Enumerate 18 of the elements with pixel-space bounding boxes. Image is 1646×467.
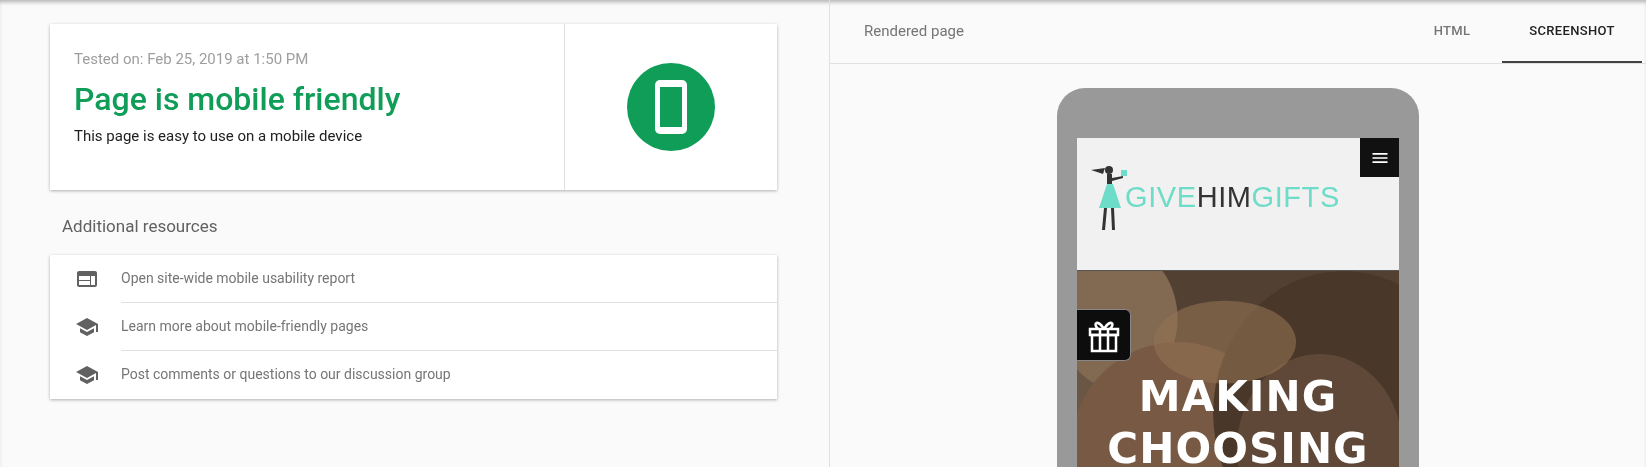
resource-link[interactable]: Learn more about mobile-friendly pages: [121, 315, 369, 337]
logo-text: GIFTS: [1251, 180, 1340, 216]
tab[interactable]: HTML: [1402, 0, 1502, 63]
result-description: This page is easy to use on a mobile device: [74, 125, 364, 147]
hero-headline: MAKING: [1138, 371, 1338, 423]
resource-link[interactable]: Post comments or questions to our discussion group: [121, 364, 451, 385]
gift-button[interactable]: [1077, 309, 1131, 361]
result-title: Page is mobile friendly: [74, 78, 402, 119]
test-date: Tested on: Feb 25, 2019 at 1:50 PM: [74, 49, 310, 70]
section-heading: Additional resources: [62, 215, 219, 238]
panel-title: Rendered page: [863, 21, 965, 43]
hero-headline: CHOOSING: [1107, 423, 1369, 467]
logo-text: HIM: [1196, 180, 1252, 216]
resource-link[interactable]: Open site-wide mobile usability report: [121, 267, 356, 289]
menu-button[interactable]: [1360, 138, 1399, 177]
logo-text: GIVE: [1125, 180, 1197, 216]
mobile-phone-icon: [627, 63, 715, 151]
tab[interactable]: SCREENSHOT: [1502, 0, 1642, 63]
